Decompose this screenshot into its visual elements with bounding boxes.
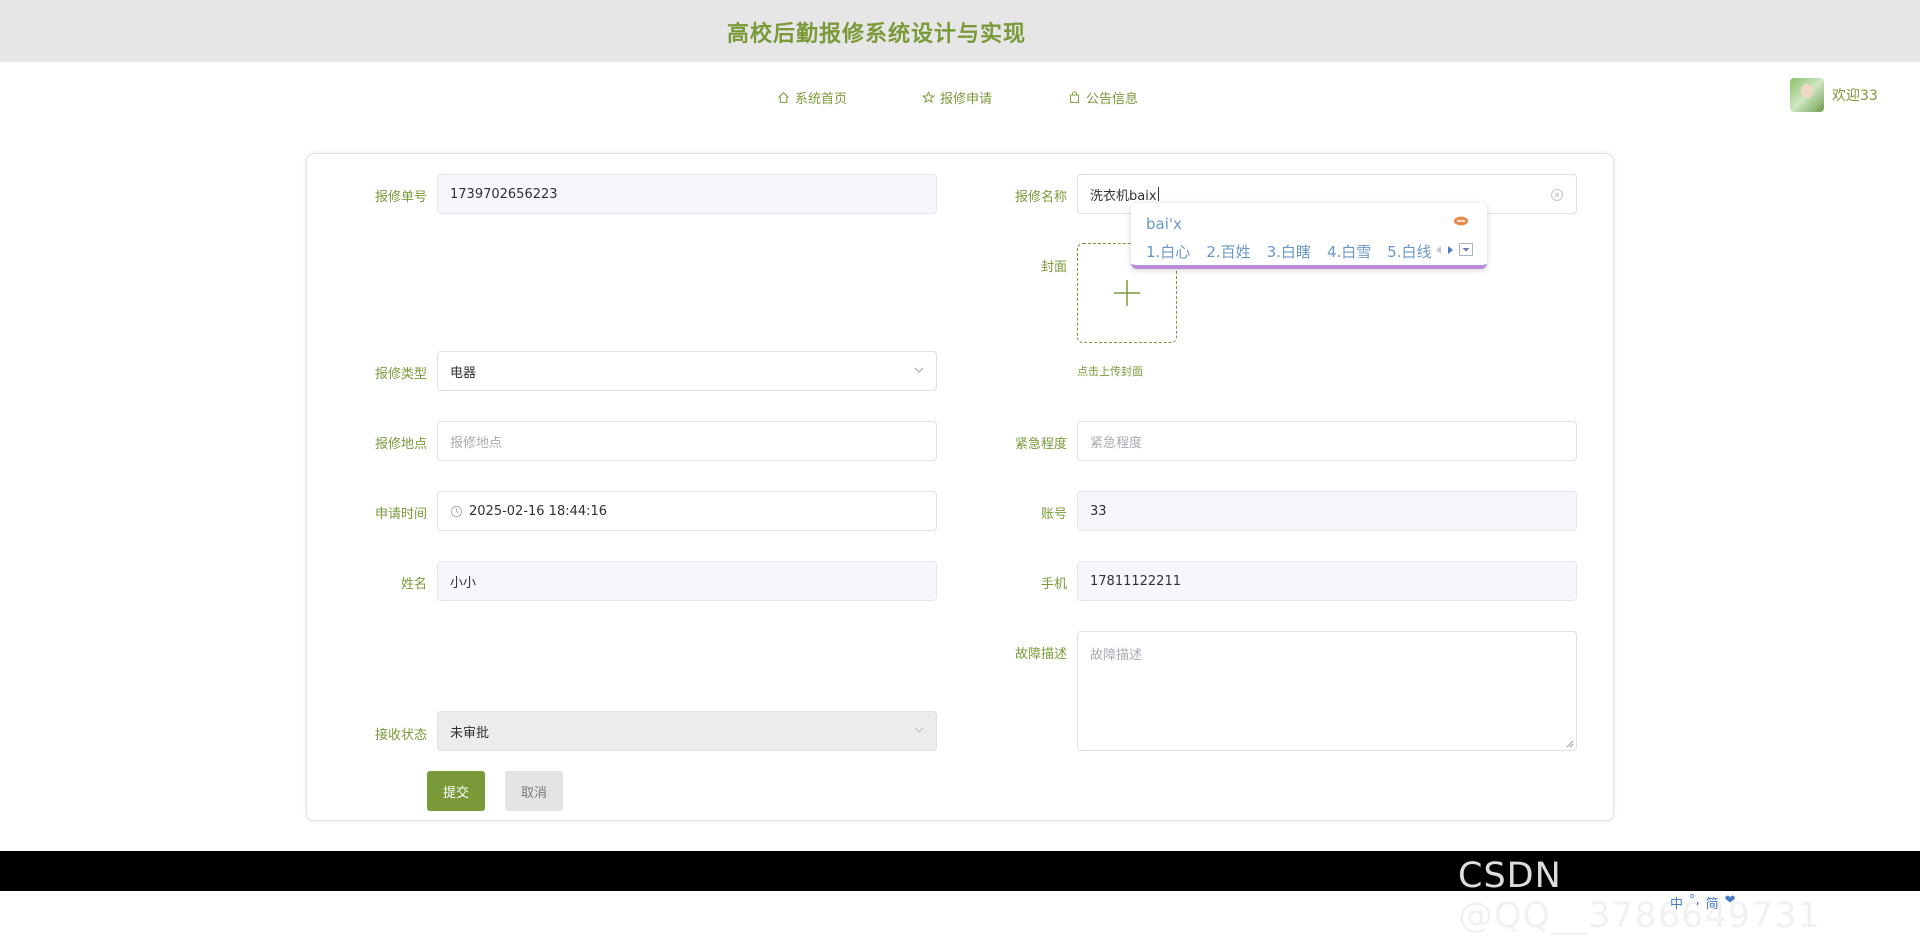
- repair-name-label: 报修名称: [1014, 190, 1067, 205]
- cancel-button[interactable]: 取消: [505, 771, 563, 811]
- ime-status-item[interactable]: 简: [1706, 893, 1719, 912]
- repair-name-value: 洗衣机baix: [1090, 188, 1157, 204]
- status-value: 未审批: [450, 725, 490, 741]
- user-area[interactable]: 欢迎33: [1790, 78, 1878, 112]
- upload-hint: 点击上传封面: [1077, 365, 1143, 378]
- name-label: 姓名: [400, 577, 427, 592]
- ime-logo-icon: [1454, 216, 1468, 226]
- text-cursor: [1157, 187, 1159, 201]
- repair-type-select[interactable]: 电器: [437, 351, 937, 391]
- order-no-value: 1739702656223: [450, 186, 558, 202]
- apply-time-value: 2025-02-16 18:44:16: [469, 503, 608, 519]
- cover-label: 封面: [1040, 260, 1067, 275]
- name-field[interactable]: 小小: [437, 561, 937, 601]
- status-select[interactable]: 未审批: [437, 711, 937, 751]
- order-no-label: 报修单号: [374, 190, 427, 205]
- ime-status-item[interactable]: ❤: [1725, 893, 1736, 912]
- nav-item-home[interactable]: 系统首页: [777, 88, 847, 107]
- ime-status-item[interactable]: °,: [1689, 893, 1700, 912]
- location-label: 报修地点: [374, 437, 427, 452]
- location-input[interactable]: 报修地点: [437, 421, 937, 461]
- phone-label: 手机: [1040, 577, 1067, 592]
- urgency-input[interactable]: 紧急程度: [1077, 421, 1577, 461]
- ime-status-bar: 中 °, 简 ❤: [1670, 893, 1736, 912]
- star-icon: [922, 91, 935, 104]
- fault-label: 故障描述: [1014, 647, 1067, 662]
- fault-placeholder: 故障描述: [1090, 648, 1143, 663]
- account-field[interactable]: 33: [1077, 491, 1577, 531]
- ime-candidate[interactable]: 5.白线: [1387, 241, 1431, 262]
- welcome-text: 欢迎33: [1832, 88, 1878, 104]
- chevron-down-icon: [914, 727, 924, 733]
- status-label: 接收状态: [374, 728, 427, 743]
- nav-item-label: 系统首页: [795, 92, 848, 107]
- top-bar: 高校后勤报修系统设计与实现: [0, 0, 1920, 62]
- ime-prev-icon[interactable]: [1435, 245, 1442, 255]
- phone-field[interactable]: 17811122211: [1077, 561, 1577, 601]
- plus-icon: [1114, 280, 1140, 306]
- nav-item-notice[interactable]: 公告信息: [1068, 88, 1138, 107]
- apply-time-picker[interactable]: 2025-02-16 18:44:16: [437, 491, 937, 531]
- fault-textarea[interactable]: 故障描述: [1077, 631, 1577, 751]
- submit-button[interactable]: 提交: [427, 771, 485, 811]
- bag-icon: [1069, 91, 1080, 103]
- chevron-down-icon: [914, 367, 924, 373]
- nav-item-label: 公告信息: [1086, 92, 1139, 107]
- ime-expand-icon[interactable]: [1459, 243, 1473, 256]
- nav-item-repair-apply[interactable]: 报修申请: [922, 88, 992, 107]
- repair-type-value: 电器: [450, 365, 477, 381]
- ime-candidate[interactable]: 2.百姓: [1206, 241, 1250, 262]
- clear-icon[interactable]: [1550, 188, 1564, 202]
- ime-next-icon[interactable]: [1447, 245, 1454, 255]
- ime-candidate[interactable]: 1.白心: [1146, 241, 1190, 262]
- ime-candidate-popup: bai'x 1.白心 2.百姓 3.白瞎 4.白雪 5.白线: [1131, 203, 1487, 269]
- location-placeholder: 报修地点: [450, 435, 503, 451]
- resize-handle-icon[interactable]: [1566, 740, 1574, 748]
- ime-nav: [1435, 243, 1473, 256]
- ime-candidate[interactable]: 3.白瞎: [1267, 241, 1311, 262]
- urgency-placeholder: 紧急程度: [1090, 435, 1143, 451]
- ime-candidate[interactable]: 4.白雪: [1327, 241, 1371, 262]
- clock-icon: [450, 505, 463, 517]
- account-label: 账号: [1040, 507, 1067, 522]
- avatar[interactable]: [1790, 78, 1824, 112]
- order-no-field[interactable]: 1739702656223: [437, 174, 937, 214]
- account-value: 33: [1090, 503, 1107, 519]
- ime-composition: bai'x: [1146, 215, 1182, 233]
- urgency-label: 紧急程度: [1014, 437, 1067, 452]
- site-title: 高校后勤报修系统设计与实现: [727, 22, 1027, 47]
- home-icon: [778, 91, 789, 103]
- ime-candidates: 1.白心 2.百姓 3.白瞎 4.白雪 5.白线: [1146, 241, 1432, 262]
- apply-time-label: 申请时间: [374, 507, 427, 522]
- phone-value: 17811122211: [1090, 573, 1181, 589]
- main-nav: 系统首页 报修申请 公告信息: [0, 88, 1920, 110]
- name-value: 小小: [450, 575, 477, 591]
- ime-status-item[interactable]: 中: [1670, 893, 1683, 912]
- nav-item-label: 报修申请: [940, 92, 993, 107]
- repair-type-label: 报修类型: [374, 367, 427, 382]
